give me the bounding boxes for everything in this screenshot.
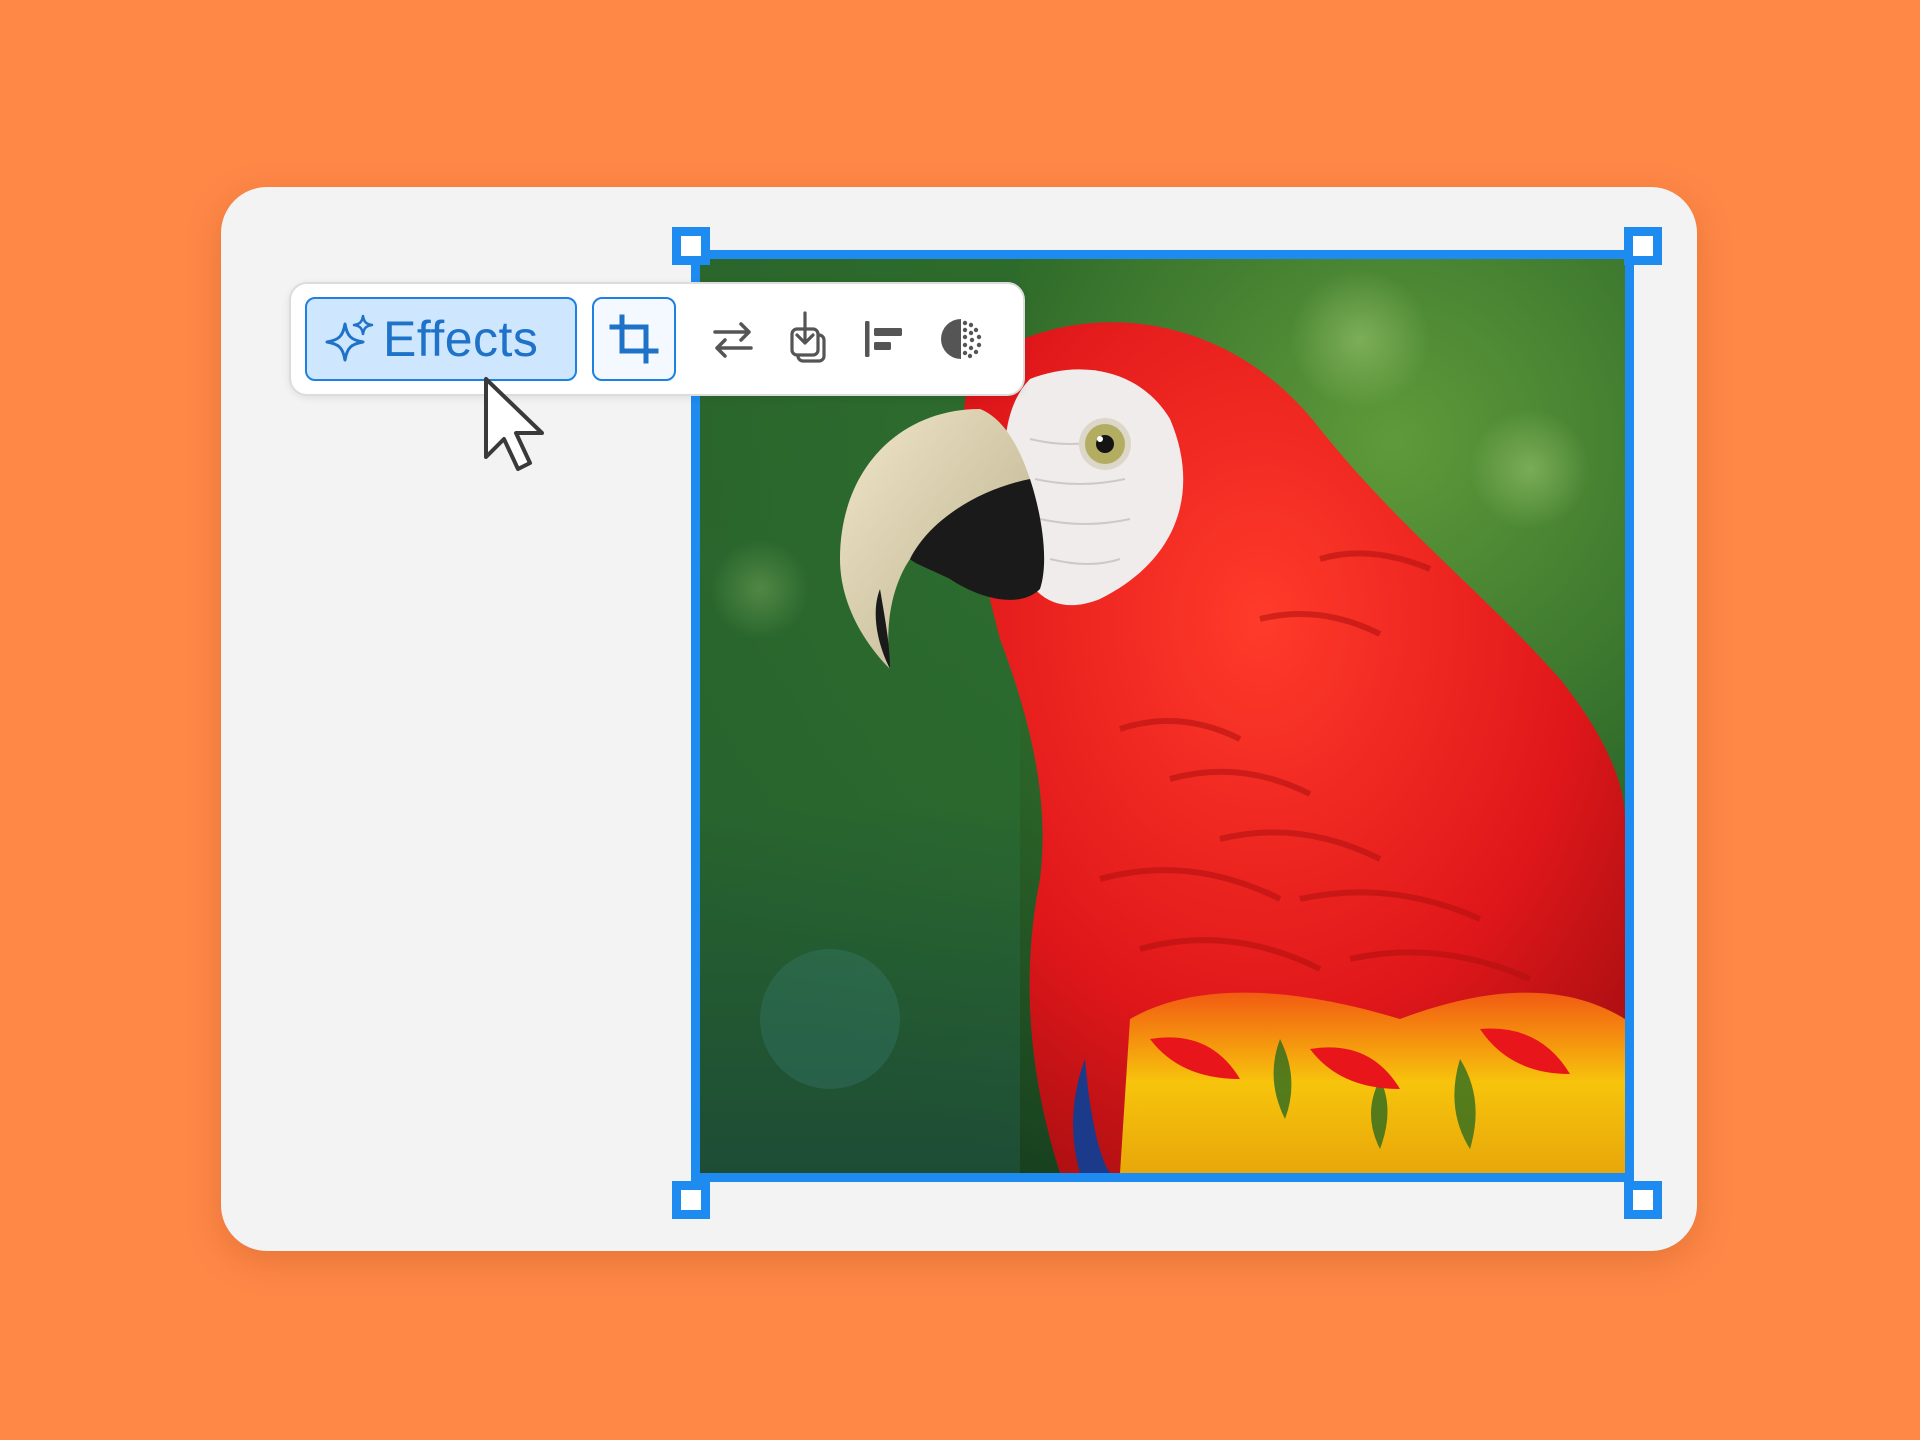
download-layer-icon [790,311,826,363]
adjust-button[interactable] [933,311,989,367]
effects-label: Effects [383,311,539,367]
crop-button[interactable] [592,297,676,381]
pointer-cursor-icon [484,377,544,471]
resize-handle-bottom-left[interactable] [672,1181,710,1219]
sparkle-icon [325,314,374,362]
image-toolbar: Effects [289,282,1025,396]
contrast-icon [941,319,982,359]
resize-handle-bottom-right[interactable] [1624,1181,1662,1219]
effects-button[interactable]: Effects [305,297,577,381]
resize-handle-top-right[interactable] [1624,227,1662,265]
parrot-photo [700,259,1625,1173]
crop-icon [609,314,659,364]
swap-icon [713,322,753,358]
swap-button[interactable] [705,311,761,367]
resize-handle-top-left[interactable] [672,227,710,265]
align-button[interactable] [857,311,913,367]
align-left-icon [865,321,902,357]
download-button[interactable] [781,311,837,367]
